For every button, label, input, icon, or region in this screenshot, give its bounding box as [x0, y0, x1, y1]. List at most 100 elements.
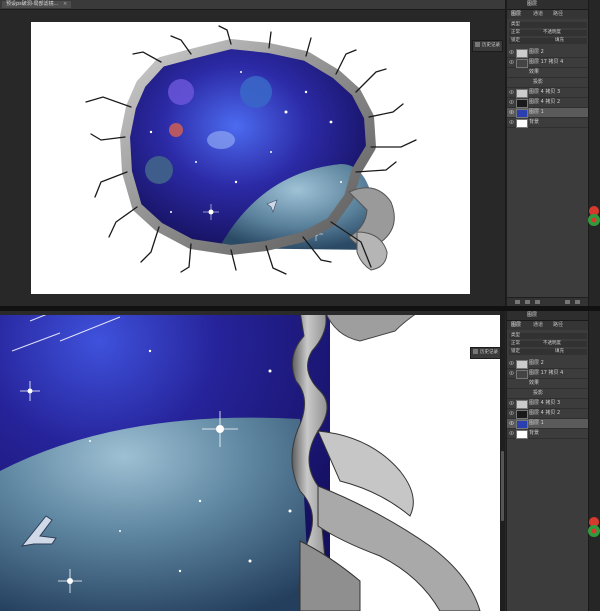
- document-tab-title: 预设ps破洞-局部滤镜...: [6, 1, 59, 7]
- layer-effect-name: 投影: [533, 390, 544, 396]
- floating-badge-icon[interactable]: [588, 205, 600, 227]
- eye-icon[interactable]: [509, 60, 514, 64]
- layer-row[interactable]: 图层 17 拷贝 4: [507, 369, 589, 379]
- history-icon: [475, 42, 480, 47]
- layer-effect-name: 效果: [529, 380, 540, 386]
- panel-header: 图层: [507, 311, 589, 321]
- zoomed-canvas[interactable]: [0, 311, 500, 611]
- layer-row[interactable]: 背景: [507, 429, 589, 439]
- top-window: 预设ps破洞-局部滤镜... × 历史记录 图层 图层 通道 路径 类型 正常 …: [0, 0, 600, 306]
- layer-effect-row[interactable]: 效果: [507, 379, 589, 389]
- opacity-label: 不透明度: [543, 341, 561, 346]
- eye-icon[interactable]: [509, 411, 514, 415]
- tab-paths[interactable]: 路径: [553, 322, 563, 329]
- layer-row[interactable]: 图层 4 拷贝 2: [507, 409, 589, 419]
- layer-row[interactable]: 图层 4 拷贝 3: [507, 399, 589, 409]
- layer-row[interactable]: 图层 1: [507, 108, 589, 118]
- layer-thumbnail-icon: [516, 430, 528, 439]
- lock-row[interactable]: 锁定 填充: [509, 349, 587, 355]
- panel-tabs: 图层 通道 路径: [507, 10, 589, 19]
- layer-thumbnail-icon: [516, 49, 528, 58]
- scroll-thumb[interactable]: [501, 451, 504, 521]
- document-tab[interactable]: 预设ps破洞-局部滤镜... ×: [2, 1, 72, 8]
- floating-badge-icon[interactable]: [588, 516, 600, 538]
- eye-icon[interactable]: [509, 421, 514, 425]
- layer-thumbnail-icon: [516, 119, 528, 128]
- lock-label: 锁定: [511, 38, 520, 43]
- layer-thumbnail-icon: [516, 420, 528, 429]
- layer-effect-row[interactable]: 投影: [507, 78, 589, 88]
- layers-panel: 图层 图层 通道 路径 类型 正常 不透明度 锁定 填充 图层 2 图层 17 …: [506, 0, 589, 306]
- fx-icon[interactable]: [525, 300, 530, 304]
- layer-name: 图层 2: [529, 49, 544, 55]
- bottom-window: 历史记录 图层 图层 通道 路径 类型 正常 不透明度 锁定 填充 图层 2 图…: [0, 311, 600, 611]
- mask-icon[interactable]: [535, 300, 540, 304]
- tab-paths[interactable]: 路径: [553, 11, 563, 18]
- eye-icon[interactable]: [509, 431, 514, 435]
- document-canvas[interactable]: [31, 22, 470, 294]
- layer-thumbnail-icon: [516, 89, 528, 98]
- lock-row[interactable]: 锁定 填充: [509, 38, 587, 44]
- eye-icon[interactable]: [509, 371, 514, 375]
- layer-name: 图层 1: [529, 420, 544, 426]
- layer-row[interactable]: 图层 4 拷贝 2: [507, 98, 589, 108]
- layer-name: 背景: [529, 119, 540, 125]
- blend-mode-select[interactable]: 正常: [511, 30, 520, 36]
- filter-row[interactable]: 类型: [509, 22, 587, 28]
- new-layer-icon[interactable]: [565, 300, 570, 304]
- panel-tabs: 图层 通道 路径: [507, 321, 589, 330]
- opacity-label: 不透明度: [543, 30, 561, 35]
- filter-label: 类型: [511, 22, 520, 27]
- tab-channels[interactable]: 通道: [533, 322, 543, 329]
- close-icon[interactable]: ×: [63, 1, 67, 8]
- layer-row[interactable]: 图层 17 拷贝 4: [507, 58, 589, 68]
- filter-label: 类型: [511, 333, 520, 338]
- link-icon[interactable]: [515, 300, 520, 304]
- layer-effect-row[interactable]: 效果: [507, 68, 589, 78]
- eye-icon[interactable]: [509, 361, 514, 365]
- side-strip: [588, 311, 600, 611]
- ruler: [0, 311, 500, 315]
- layer-thumbnail-icon: [516, 410, 528, 419]
- layer-thumbnail-icon: [516, 59, 528, 68]
- tab-layers[interactable]: 图层: [511, 11, 521, 18]
- layer-row[interactable]: 图层 2: [507, 48, 589, 58]
- layer-thumbnail-icon: [516, 400, 528, 409]
- eye-icon[interactable]: [509, 401, 514, 405]
- blend-row[interactable]: 正常 不透明度: [509, 30, 587, 36]
- eye-icon[interactable]: [509, 110, 514, 114]
- layer-row[interactable]: 图层 4 拷贝 3: [507, 88, 589, 98]
- fill-label: 填充: [555, 38, 564, 43]
- eye-icon[interactable]: [509, 120, 514, 124]
- layer-effect-name: 投影: [533, 79, 544, 85]
- panel-header: 图层: [507, 0, 589, 10]
- layer-row[interactable]: 图层 2: [507, 359, 589, 369]
- eye-icon[interactable]: [509, 90, 514, 94]
- eye-icon[interactable]: [509, 50, 514, 54]
- layer-thumbnail-icon: [516, 370, 528, 379]
- tab-layers[interactable]: 图层: [511, 322, 521, 329]
- layer-name: 背景: [529, 430, 540, 436]
- history-button[interactable]: 历史记录: [470, 347, 501, 359]
- tab-channels[interactable]: 通道: [533, 11, 543, 18]
- fill-label: 填充: [555, 349, 564, 354]
- layer-effect-row[interactable]: 投影: [507, 389, 589, 399]
- panel-title: 图层: [527, 312, 538, 318]
- layer-name: 图层 4 拷贝 3: [529, 400, 561, 406]
- layer-row[interactable]: 图层 1: [507, 419, 589, 429]
- layer-name: 图层 17 拷贝 4: [529, 59, 564, 65]
- blend-mode-select[interactable]: 正常: [511, 341, 520, 347]
- blend-row[interactable]: 正常 不透明度: [509, 341, 587, 347]
- panel-title: 图层: [527, 1, 538, 7]
- layer-name: 图层 4 拷贝 2: [529, 99, 561, 105]
- eye-icon[interactable]: [509, 100, 514, 104]
- broken-wall-artwork: [85, 25, 417, 275]
- filter-row[interactable]: 类型: [509, 333, 587, 339]
- document-tab-bar: 预设ps破洞-局部滤镜... ×: [0, 0, 505, 10]
- layer-row[interactable]: 背景: [507, 118, 589, 128]
- layer-thumbnail-icon: [516, 99, 528, 108]
- history-button[interactable]: 历史记录: [472, 40, 503, 52]
- side-strip: [588, 0, 600, 306]
- layer-thumbnail-icon: [516, 360, 528, 369]
- trash-icon[interactable]: [575, 300, 580, 304]
